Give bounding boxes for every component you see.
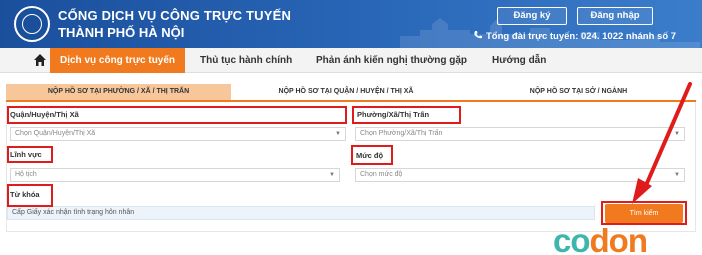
hotline-text: Tổng đài trực tuyến: 024. 1022 nhánh số … [486, 31, 677, 42]
pointer-arrow-icon [632, 82, 692, 204]
nav-item-guide[interactable]: Hướng dẫn [492, 48, 546, 73]
login-button[interactable]: Đăng nhập [577, 7, 653, 25]
phone-icon [474, 31, 482, 39]
highlight-ward [352, 106, 461, 124]
watermark-part2: don [589, 222, 648, 255]
nav-item-administrative-procedures[interactable]: Thủ tục hành chính [200, 48, 292, 73]
district-select[interactable]: Chọn Quận/Huyện/Thị Xã ▼ [10, 127, 346, 141]
main-nav: Dịch vụ công trực tuyến Thủ tục hành chí… [0, 48, 702, 73]
hanoi-emblem-logo[interactable] [14, 6, 50, 42]
home-icon[interactable] [33, 53, 47, 67]
portal-title-line1: CỔNG DỊCH VỤ CÔNG TRỰC TUYẾN [58, 8, 292, 23]
site-header: CỔNG DỊCH VỤ CÔNG TRỰC TUYẾN THÀNH PHỐ H… [0, 0, 702, 48]
register-button[interactable]: Đăng ký [497, 7, 567, 25]
chevron-down-icon: ▼ [335, 131, 341, 137]
nav-item-online-services[interactable]: Dịch vụ công trực tuyến [50, 48, 186, 73]
codon-watermark: codon [553, 222, 648, 255]
chevron-down-icon: ▼ [329, 172, 335, 178]
watermark-part1: co [553, 222, 591, 255]
highlight-level [351, 145, 393, 165]
tab-district[interactable]: NỘP HỒ SƠ TẠI QUẬN / HUYỆN / THỊ XÃ [231, 84, 461, 100]
highlight-district [7, 106, 347, 124]
submission-tabs: NỘP HỒ SƠ TẠI PHƯỜNG / XÃ / THỊ TRẤN NỘP… [6, 84, 696, 100]
field-select-value: Hộ tịch [15, 171, 37, 178]
district-select-value: Chọn Quận/Huyện/Thị Xã [15, 130, 96, 137]
field-select[interactable]: Hộ tịch ▼ [10, 168, 340, 182]
tab-ward[interactable]: NỘP HỒ SƠ TẠI PHƯỜNG / XÃ / THỊ TRẤN [6, 84, 231, 100]
keyword-input[interactable]: Cấp Giấy xác nhận tình trạng hôn nhân [7, 206, 595, 220]
portal-title-line2: THÀNH PHỐ HÀ NỘI [58, 25, 185, 40]
highlight-keyword [7, 184, 53, 207]
nav-item-feedback[interactable]: Phản ánh kiến nghị thường gặp [316, 48, 467, 73]
highlight-field [7, 146, 53, 163]
level-select-value: Chọn mức độ [360, 171, 403, 178]
hotline-info: Tổng đài trực tuyến: 024. 1022 nhánh số … [473, 30, 676, 42]
ward-select-value: Chọn Phường/Xã/Thị Trấn [360, 130, 443, 137]
